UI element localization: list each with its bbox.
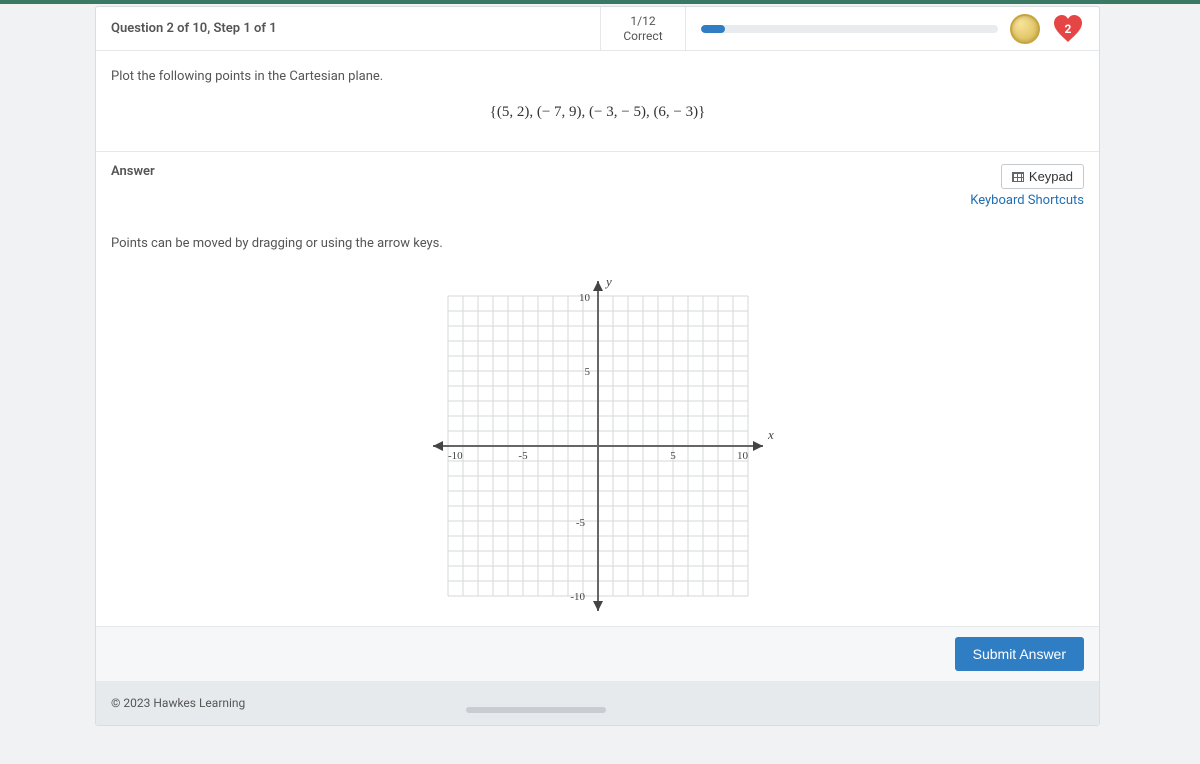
- progress-bar: [701, 25, 998, 33]
- drag-hint: Points can be moved by dragging or using…: [111, 236, 1084, 251]
- coin-icon: [1010, 14, 1040, 44]
- arrow-down-icon: [593, 601, 603, 611]
- score-box: 1/12 Correct: [601, 7, 686, 50]
- progress-fill: [701, 25, 725, 33]
- header-progress-area: 2: [686, 7, 1099, 50]
- x-axis-label: x: [767, 427, 774, 442]
- svg-text:10: 10: [737, 450, 749, 462]
- copyright-text: © 2023 Hawkes Learning: [111, 696, 245, 710]
- graph-area[interactable]: 10 5 -5 -10 -10 -5 5 10 x y: [111, 261, 1084, 626]
- answer-label: Answer: [111, 164, 155, 179]
- svg-text:-5: -5: [575, 517, 585, 529]
- app-top-accent: [0, 0, 1200, 4]
- svg-text:-10: -10: [448, 450, 463, 462]
- horizontal-scrollbar[interactable]: [466, 707, 606, 713]
- svg-text:10: 10: [579, 292, 591, 304]
- arrow-left-icon: [433, 441, 443, 451]
- submit-bar: Submit Answer: [96, 626, 1099, 681]
- header-row: Question 2 of 10, Step 1 of 1 1/12 Corre…: [96, 7, 1099, 51]
- answer-section: Answer Keypad Keyboard Shortcuts Points …: [96, 152, 1099, 638]
- answer-header: Answer Keypad Keyboard Shortcuts: [111, 164, 1084, 208]
- svg-text:-5: -5: [518, 450, 528, 462]
- score-status: Correct: [623, 29, 662, 43]
- y-axis-label: y: [604, 274, 612, 289]
- submit-button[interactable]: Submit Answer: [955, 637, 1084, 671]
- score-fraction: 1/12: [630, 14, 655, 28]
- svg-text:-10: -10: [570, 591, 585, 603]
- question-instruction: Plot the following points in the Cartesi…: [111, 69, 1084, 84]
- svg-text:5: 5: [584, 366, 590, 378]
- svg-text:5: 5: [670, 450, 676, 462]
- question-points-set: {(5, 2), (− 7, 9), (− 3, − 5), (6, − 3)}: [111, 104, 1084, 121]
- keypad-icon: [1012, 172, 1024, 182]
- arrow-right-icon: [753, 441, 763, 451]
- keyboard-shortcuts-link[interactable]: Keyboard Shortcuts: [970, 193, 1084, 208]
- lives-count: 2: [1065, 22, 1072, 36]
- cartesian-plane[interactable]: 10 5 -5 -10 -10 -5 5 10 x y: [418, 266, 778, 626]
- main-panel: Question 2 of 10, Step 1 of 1 1/12 Corre…: [95, 6, 1100, 726]
- axes: [433, 281, 763, 611]
- question-progress-label: Question 2 of 10, Step 1 of 1: [96, 7, 601, 50]
- keypad-button[interactable]: Keypad: [1001, 164, 1084, 189]
- question-body: Plot the following points in the Cartesi…: [96, 51, 1099, 152]
- lives-heart: 2: [1052, 13, 1084, 45]
- keypad-label: Keypad: [1029, 169, 1073, 184]
- arrow-up-icon: [593, 281, 603, 291]
- copyright-bar: © 2023 Hawkes Learning: [96, 681, 1099, 725]
- answer-controls: Keypad Keyboard Shortcuts: [970, 164, 1084, 208]
